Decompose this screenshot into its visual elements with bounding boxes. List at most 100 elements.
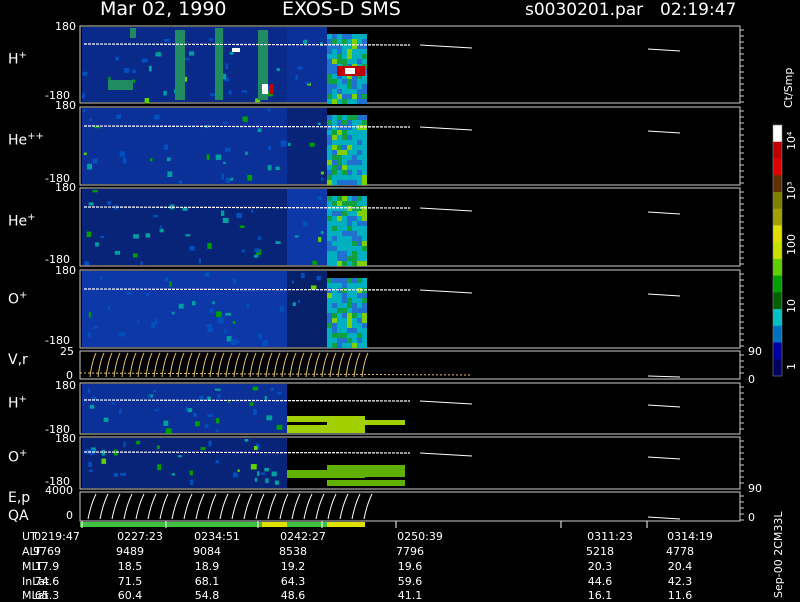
spectrogram-cell <box>163 144 169 150</box>
spectrogram-cell <box>298 300 301 303</box>
spectrogram-cell <box>120 472 127 476</box>
spectrogram-cell <box>332 170 337 175</box>
spectrogram-cell <box>362 256 367 261</box>
spectrogram-cell <box>347 120 352 125</box>
table-cell: 0314:19 <box>667 530 713 543</box>
spectrogram-cell <box>327 160 332 165</box>
panel-label-o-plus-2: O+ <box>8 448 28 466</box>
spectrogram-cell <box>357 140 362 145</box>
rtick-bot-7: 0 <box>748 511 755 524</box>
spectrogram-cell <box>342 120 347 125</box>
spectrogram-cell <box>352 338 357 343</box>
spectrogram-cell <box>352 94 357 99</box>
spectrogram-cell <box>362 251 367 256</box>
spectrogram-cell <box>111 402 115 405</box>
spectrogram-cell <box>123 68 130 73</box>
spectrogram-cell <box>342 140 347 145</box>
colorbar-tick-10k: 10⁴ <box>785 131 798 150</box>
table-cell: 44.6 <box>587 575 613 588</box>
spectrogram-cell <box>342 160 347 165</box>
table-cell: 18.9 <box>194 560 220 573</box>
spectrogram-band <box>327 465 405 477</box>
spectrogram-cell <box>337 201 342 206</box>
spectrogram-cell <box>332 54 337 59</box>
spectrogram-cell <box>337 318 342 323</box>
spectrogram-cell <box>327 155 332 160</box>
spectrogram-cell <box>123 441 126 448</box>
spectrogram-cell <box>337 84 342 89</box>
spectrogram-cell <box>147 394 151 399</box>
table-cell: 19.2 <box>280 560 306 573</box>
spectrogram-cell <box>342 175 347 180</box>
spectrogram-cell <box>337 135 342 140</box>
table-cell: 74.6 <box>34 575 60 588</box>
spectrogram-cell <box>116 114 121 119</box>
spectrogram-cell <box>362 49 367 54</box>
spectrogram-cell <box>352 278 357 283</box>
spectrogram-cell <box>327 308 332 313</box>
spectrogram-cell <box>294 235 299 238</box>
spectrogram-cell <box>347 201 352 206</box>
spectrogram-cell <box>337 226 342 231</box>
spectrogram-cell <box>332 221 337 226</box>
spectrogram-cell <box>86 231 92 237</box>
spectrogram-cell <box>327 165 332 170</box>
spectrogram-cell <box>332 150 337 155</box>
spectrogram-band <box>130 28 136 38</box>
spectrogram-cell <box>332 39 337 44</box>
spectrogram-cell <box>352 283 357 288</box>
spectrogram-cell <box>337 120 342 125</box>
spectrogram-cell <box>337 246 342 251</box>
spectrogram-cell <box>222 121 228 124</box>
spectrogram-cell <box>352 231 357 236</box>
spectrogram-cell <box>244 439 249 442</box>
spectrogram-cell <box>254 477 258 482</box>
spectrogram-cell <box>84 261 89 266</box>
spectrogram-cell <box>327 206 332 211</box>
spectrogram-cell <box>277 391 282 395</box>
spectrogram-cell <box>89 118 92 122</box>
spectrogram-cell <box>187 408 193 413</box>
colorbar-tick-1: 1 <box>785 363 798 370</box>
spectrogram-cell <box>332 69 337 74</box>
spectrogram-cell <box>362 246 367 251</box>
spectrogram-cell <box>82 109 86 113</box>
spectrogram-cell <box>145 233 151 238</box>
spectrogram-cell <box>362 318 367 323</box>
spectrogram-cell <box>357 196 362 201</box>
spectrogram-cell <box>191 301 196 306</box>
spectrogram-cell <box>159 228 164 233</box>
spectrogram-cell <box>241 90 248 93</box>
spectrogram-cell <box>342 130 347 135</box>
spectrogram-cell <box>332 251 337 256</box>
qa-bar-segment <box>80 522 262 527</box>
spectrogram-cell <box>347 293 352 298</box>
spectrogram-cell <box>342 303 347 308</box>
spectrogram-cell <box>236 340 240 343</box>
spectrogram-cell <box>225 63 228 70</box>
spectrogram-cell <box>327 125 332 130</box>
spectrogram-cell <box>342 89 347 94</box>
spectrogram-cell <box>357 251 362 256</box>
spectrogram-cell <box>362 59 367 64</box>
colorbar-swatch <box>773 191 782 210</box>
spectrogram-cell <box>327 338 332 343</box>
spectrogram-cell <box>342 201 347 206</box>
spectrogram-cell <box>347 251 352 256</box>
spectrogram-cell <box>362 343 367 348</box>
spectrogram-cell <box>327 343 332 348</box>
spectrogram-cell <box>332 74 337 79</box>
spectrogram-cell <box>347 180 352 185</box>
spectrogram-cell <box>332 196 337 201</box>
spectrogram-cell <box>327 84 332 89</box>
table-cell: 65.3 <box>34 589 60 602</box>
table-cell: 0234:51 <box>194 530 240 543</box>
spectrogram-cell <box>332 241 337 246</box>
spectrogram-cell <box>153 114 160 120</box>
spectrogram-cell <box>136 440 140 445</box>
spectrogram-cell <box>342 328 347 333</box>
table-cell: 9084 <box>193 545 221 558</box>
spectrogram-cell <box>352 206 357 211</box>
panel-label-vr: V,r <box>8 352 28 368</box>
colorbar-swatch <box>773 258 782 277</box>
